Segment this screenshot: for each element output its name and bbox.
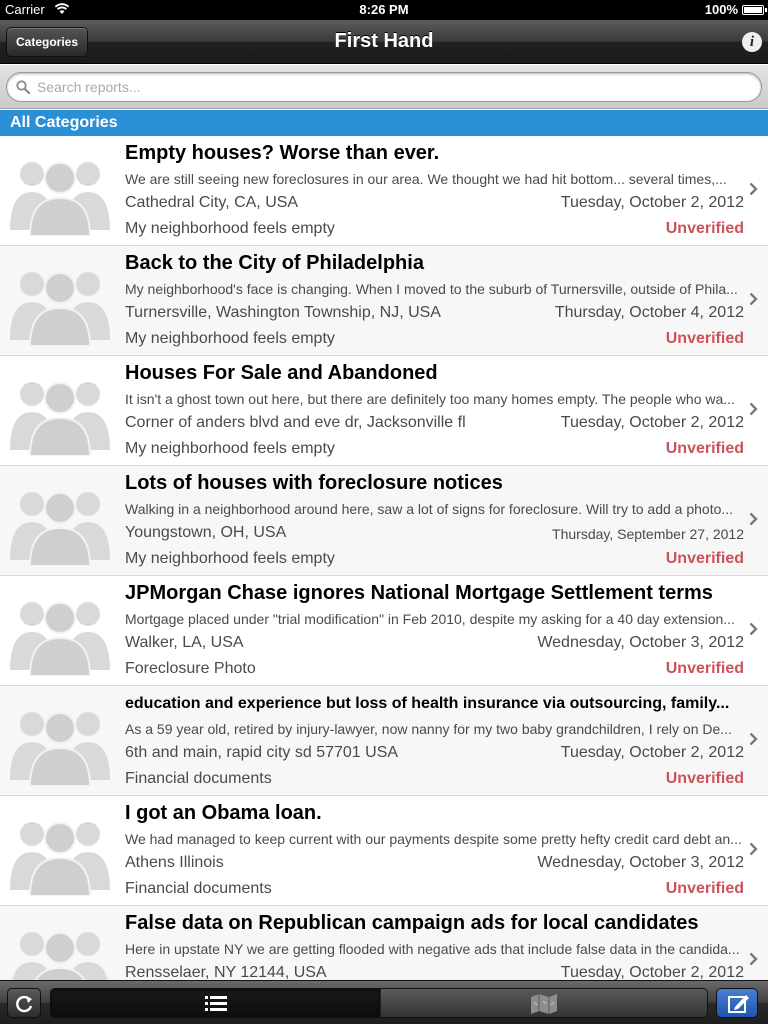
report-snippet: Mortgage placed under "trial modificatio…: [125, 611, 735, 627]
report-title: False data on Republican campaign ads fo…: [125, 912, 699, 934]
people-placeholder-icon: [10, 382, 110, 456]
people-placeholder-icon: [10, 712, 110, 786]
search-input[interactable]: [37, 77, 737, 97]
report-date: Tuesday, October 2, 2012: [560, 744, 744, 761]
battery-percent: 100%: [704, 2, 738, 17]
report-category: My neighborhood feels empty: [125, 330, 335, 347]
list-view-segment[interactable]: [51, 989, 380, 1017]
report-date: Thursday, October 4, 2012: [554, 304, 744, 321]
report-row-8[interactable]: False data on Republican campaign ads fo…: [0, 906, 768, 980]
report-category: My neighborhood feels empty: [125, 550, 335, 567]
report-date: Tuesday, October 2, 2012: [560, 414, 744, 431]
status-badge: Unverified: [665, 440, 744, 457]
report-title: Back to the City of Philadelphia: [125, 252, 424, 274]
report-location: Cathedral City, CA, USA: [125, 194, 299, 211]
search-field[interactable]: [6, 72, 762, 102]
report-row-1[interactable]: Empty houses? Worse than ever. We are st…: [0, 136, 768, 246]
status-badge: Unverified: [665, 550, 744, 567]
map-view-segment[interactable]: [380, 989, 707, 1017]
report-category: Financial documents: [125, 880, 272, 897]
map-icon: [531, 994, 557, 1014]
compose-icon: [728, 995, 749, 1013]
report-snippet: Walking in a neighborhood around here, s…: [125, 501, 734, 517]
search-icon: [16, 80, 30, 94]
report-snippet: Here in upstate NY we are getting floode…: [125, 941, 740, 957]
clock: 8:26 PM: [359, 2, 409, 17]
search-bar: [0, 65, 768, 109]
status-bar: Carrier 8:26 PM 100%: [0, 0, 768, 20]
chevron-right-icon: [749, 842, 758, 856]
report-category: Financial documents: [125, 770, 272, 787]
page-title: First Hand: [334, 30, 434, 52]
report-list[interactable]: Empty houses? Worse than ever. We are st…: [0, 136, 768, 980]
report-title: I got an Obama loan.: [125, 802, 322, 824]
refresh-button[interactable]: [7, 988, 41, 1018]
report-snippet: It isn't a ghost town out here, but ther…: [125, 391, 735, 407]
status-badge: Unverified: [665, 880, 744, 897]
report-location: Corner of anders blvd and eve dr, Jackso…: [125, 414, 466, 431]
people-placeholder-icon: [10, 162, 110, 236]
people-placeholder-icon: [10, 272, 110, 346]
report-category: My neighborhood feels empty: [125, 440, 335, 457]
chevron-right-icon: [749, 512, 758, 526]
report-location: Youngstown, OH, USA: [125, 524, 287, 541]
battery-icon: [742, 5, 767, 15]
people-placeholder-icon: [10, 602, 110, 676]
report-snippet: We are still seeing new foreclosures in …: [125, 171, 727, 187]
report-title: Empty houses? Worse than ever.: [125, 142, 440, 164]
status-badge: Unverified: [665, 770, 744, 787]
people-placeholder-icon: [10, 492, 110, 566]
list-icon: [205, 996, 227, 1011]
report-location: Turnersville, Washington Township, NJ, U…: [125, 304, 441, 321]
chevron-right-icon: [749, 182, 758, 196]
info-icon[interactable]: i: [742, 32, 762, 52]
report-snippet: As a 59 year old, retired by injury-lawy…: [125, 721, 732, 737]
status-badge: Unverified: [665, 660, 744, 677]
report-category: Foreclosure Photo: [125, 660, 256, 677]
compose-button[interactable]: [716, 988, 758, 1018]
report-row-6[interactable]: education and experience but loss of hea…: [0, 686, 768, 796]
report-date: Tuesday, October 2, 2012: [560, 964, 744, 980]
report-row-4[interactable]: Lots of houses with foreclosure notices …: [0, 466, 768, 576]
report-title: Houses For Sale and Abandoned: [125, 362, 438, 384]
report-title: JPMorgan Chase ignores National Mortgage…: [125, 582, 713, 604]
report-snippet: My neighborhood's face is changing. When…: [125, 281, 738, 297]
report-snippet: We had managed to keep current with our …: [125, 831, 742, 847]
report-row-7[interactable]: I got an Obama loan. We had managed to k…: [0, 796, 768, 906]
status-badge: Unverified: [665, 220, 744, 237]
report-date: Tuesday, October 2, 2012: [560, 194, 744, 211]
report-location: Athens Illinois: [125, 854, 224, 871]
report-title: Lots of houses with foreclosure notices: [125, 472, 503, 494]
chevron-right-icon: [749, 952, 758, 966]
report-date: Thursday, September 27, 2012: [552, 526, 744, 542]
report-date: Wednesday, October 3, 2012: [537, 634, 744, 651]
view-switcher[interactable]: [50, 988, 708, 1018]
report-title: education and experience but loss of hea…: [125, 695, 730, 712]
report-location: Walker, LA, USA: [125, 634, 244, 651]
status-badge: Unverified: [665, 330, 744, 347]
report-location: Rensselaer, NY 12144, USA: [125, 964, 327, 980]
chevron-right-icon: [749, 622, 758, 636]
chevron-right-icon: [749, 292, 758, 306]
people-placeholder-icon: [12, 932, 108, 980]
report-category: My neighborhood feels empty: [125, 220, 335, 237]
report-row-3[interactable]: Houses For Sale and Abandoned It isn't a…: [0, 356, 768, 466]
bottom-toolbar: [0, 980, 768, 1024]
section-header: All Categories: [0, 110, 768, 136]
report-location: 6th and main, rapid city sd 57701 USA: [125, 744, 399, 761]
report-row-2[interactable]: Back to the City of Philadelphia My neig…: [0, 246, 768, 356]
refresh-icon: [16, 995, 33, 1013]
report-row-5[interactable]: JPMorgan Chase ignores National Mortgage…: [0, 576, 768, 686]
chevron-right-icon: [749, 402, 758, 416]
people-placeholder-icon: [10, 822, 110, 896]
report-date: Wednesday, October 3, 2012: [537, 854, 744, 871]
navigation-bar: Categories First Hand i: [0, 20, 768, 64]
chevron-right-icon: [749, 732, 758, 746]
